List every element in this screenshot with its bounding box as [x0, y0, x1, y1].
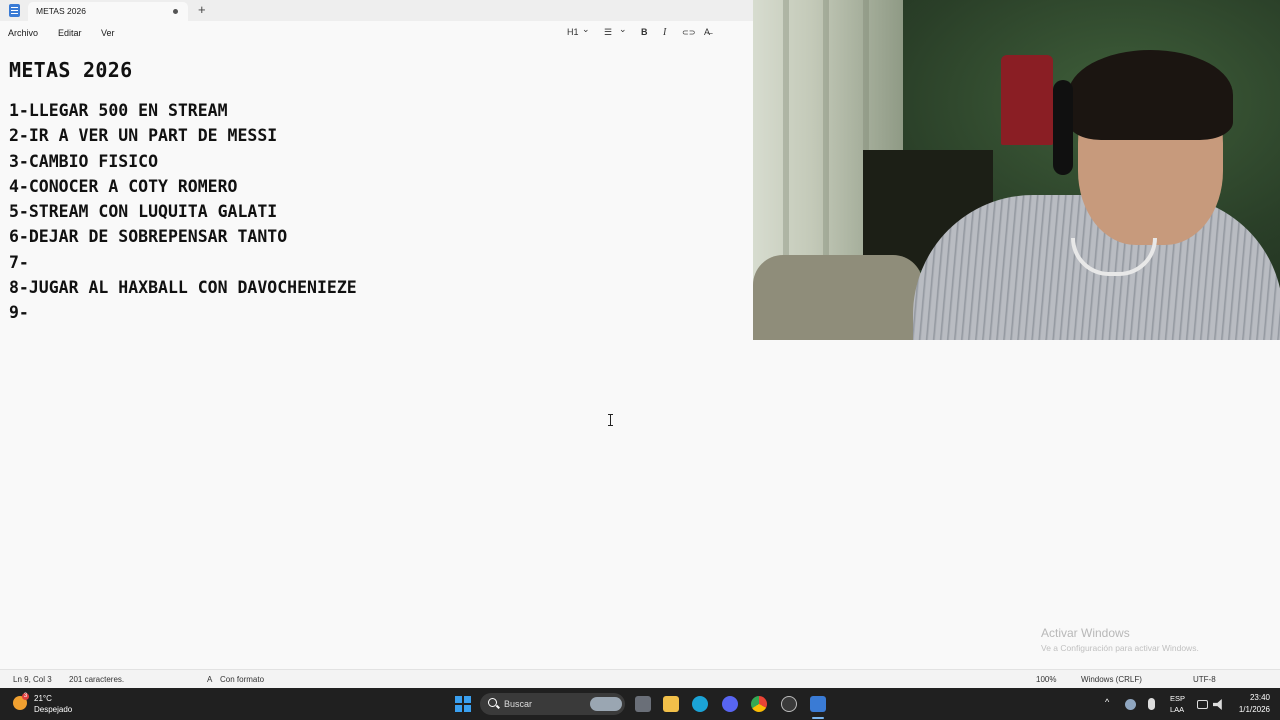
line-ending[interactable]: Windows (CRLF) — [1081, 675, 1142, 684]
task-view-icon[interactable] — [635, 696, 651, 712]
status-bar: Ln 9, Col 3 201 caracteres. A Con format… — [0, 669, 1280, 689]
goal-line: 9- — [9, 303, 29, 323]
windows-logo-icon — [464, 696, 471, 703]
discord-icon[interactable] — [722, 696, 738, 712]
zoom-level[interactable]: 100% — [1036, 675, 1056, 684]
format-mode[interactable]: Con formato — [220, 675, 264, 684]
weather-badge: 3 — [22, 693, 29, 700]
webcam-overlay — [753, 0, 1280, 340]
notepad-icon — [9, 4, 20, 17]
keyboard-layout[interactable]: LAA — [1170, 705, 1184, 714]
volume-icon[interactable] — [1213, 699, 1222, 710]
character-count: 201 caracteres. — [69, 675, 125, 684]
goal-line: 5-STREAM CON LUQUITA GALATI — [9, 202, 278, 222]
format-icon: A — [207, 675, 213, 684]
windows-logo-icon — [464, 705, 471, 712]
onedrive-icon[interactable] — [1125, 699, 1136, 710]
document-title: METAS 2026 — [9, 58, 133, 82]
search-icon — [488, 698, 497, 707]
menu-ver[interactable]: Ver — [101, 28, 115, 38]
cursor-position: Ln 9, Col 3 — [13, 675, 52, 684]
activation-watermark-subtitle: Ve a Configuración para activar Windows. — [1041, 643, 1199, 653]
new-tab-button[interactable]: + — [198, 2, 206, 17]
heading-dropdown[interactable]: H1 — [567, 27, 579, 37]
goal-line: 4-CONOCER A COTY ROMERO — [9, 176, 238, 196]
goal-line: 2-IR A VER UN PART DE MESSI — [9, 126, 278, 146]
headphones — [1053, 80, 1073, 175]
menu-archivo[interactable]: Archivo — [8, 28, 38, 38]
activation-watermark-title: Activar Windows — [1041, 626, 1130, 640]
list-icon[interactable]: ☰ — [604, 27, 612, 38]
unsaved-dot-icon[interactable] — [173, 9, 178, 14]
heading-chevron-icon[interactable]: ⌄ — [582, 24, 590, 35]
search-placeholder: Buscar — [504, 699, 533, 709]
taskbar: 3 21°C Despejado Buscar ^ ESP LAA 23:40 … — [0, 688, 1280, 720]
windows-logo-icon — [455, 696, 462, 703]
hanging-shirt — [1001, 55, 1053, 145]
taskbar-search[interactable]: Buscar — [480, 693, 625, 715]
windows-logo-icon — [455, 705, 462, 712]
encoding[interactable]: UTF-8 — [1193, 675, 1216, 684]
start-button[interactable] — [455, 696, 471, 712]
text-cursor-icon — [608, 414, 614, 426]
language-code[interactable]: ESP — [1170, 694, 1185, 703]
clear-formatting-icon[interactable]: A̶ — [704, 27, 710, 37]
bold-button[interactable]: B — [641, 27, 648, 37]
goal-line: 3-CAMBIO FISICO — [9, 151, 159, 171]
goal-line: 7- — [9, 252, 29, 272]
weather-temperature[interactable]: 21°C — [34, 694, 52, 703]
obs-icon[interactable] — [781, 696, 797, 712]
goals-list: 1-LLEGAR 500 EN STREAM 2-IR A VER UN PAR… — [9, 98, 357, 326]
goal-line: 1-LLEGAR 500 EN STREAM — [9, 101, 228, 120]
edge-icon[interactable] — [692, 696, 708, 712]
goal-line: 8-JUGAR AL HAXBALL CON DAVOCHENIEZE — [9, 278, 357, 298]
weather-description[interactable]: Despejado — [34, 705, 72, 714]
tab-title: METAS 2026 — [36, 6, 86, 16]
clock-time[interactable]: 23:40 — [1240, 693, 1270, 702]
active-app-indicator — [812, 717, 824, 719]
italic-button[interactable]: I — [663, 27, 666, 38]
link-icon[interactable]: ⊂⊃ — [682, 28, 695, 37]
network-icon[interactable] — [1197, 700, 1208, 709]
search-highlight-icon — [590, 697, 622, 711]
chrome-icon[interactable] — [751, 696, 767, 712]
person-hair — [1068, 50, 1233, 140]
file-explorer-icon[interactable] — [663, 696, 679, 712]
tray-chevron-icon[interactable]: ^ — [1105, 697, 1109, 707]
tab-metas-2026[interactable]: METAS 2026 — [28, 2, 188, 21]
microphone-icon[interactable] — [1148, 698, 1155, 710]
list-chevron-icon[interactable]: ⌄ — [619, 24, 627, 35]
couch — [753, 255, 923, 340]
notepad-taskbar-icon[interactable] — [810, 696, 826, 712]
goal-line: 6-DEJAR DE SOBREPENSAR TANTO — [9, 227, 288, 247]
clock-date[interactable]: 1/1/2026 — [1232, 705, 1270, 714]
menu-editar[interactable]: Editar — [58, 28, 82, 38]
